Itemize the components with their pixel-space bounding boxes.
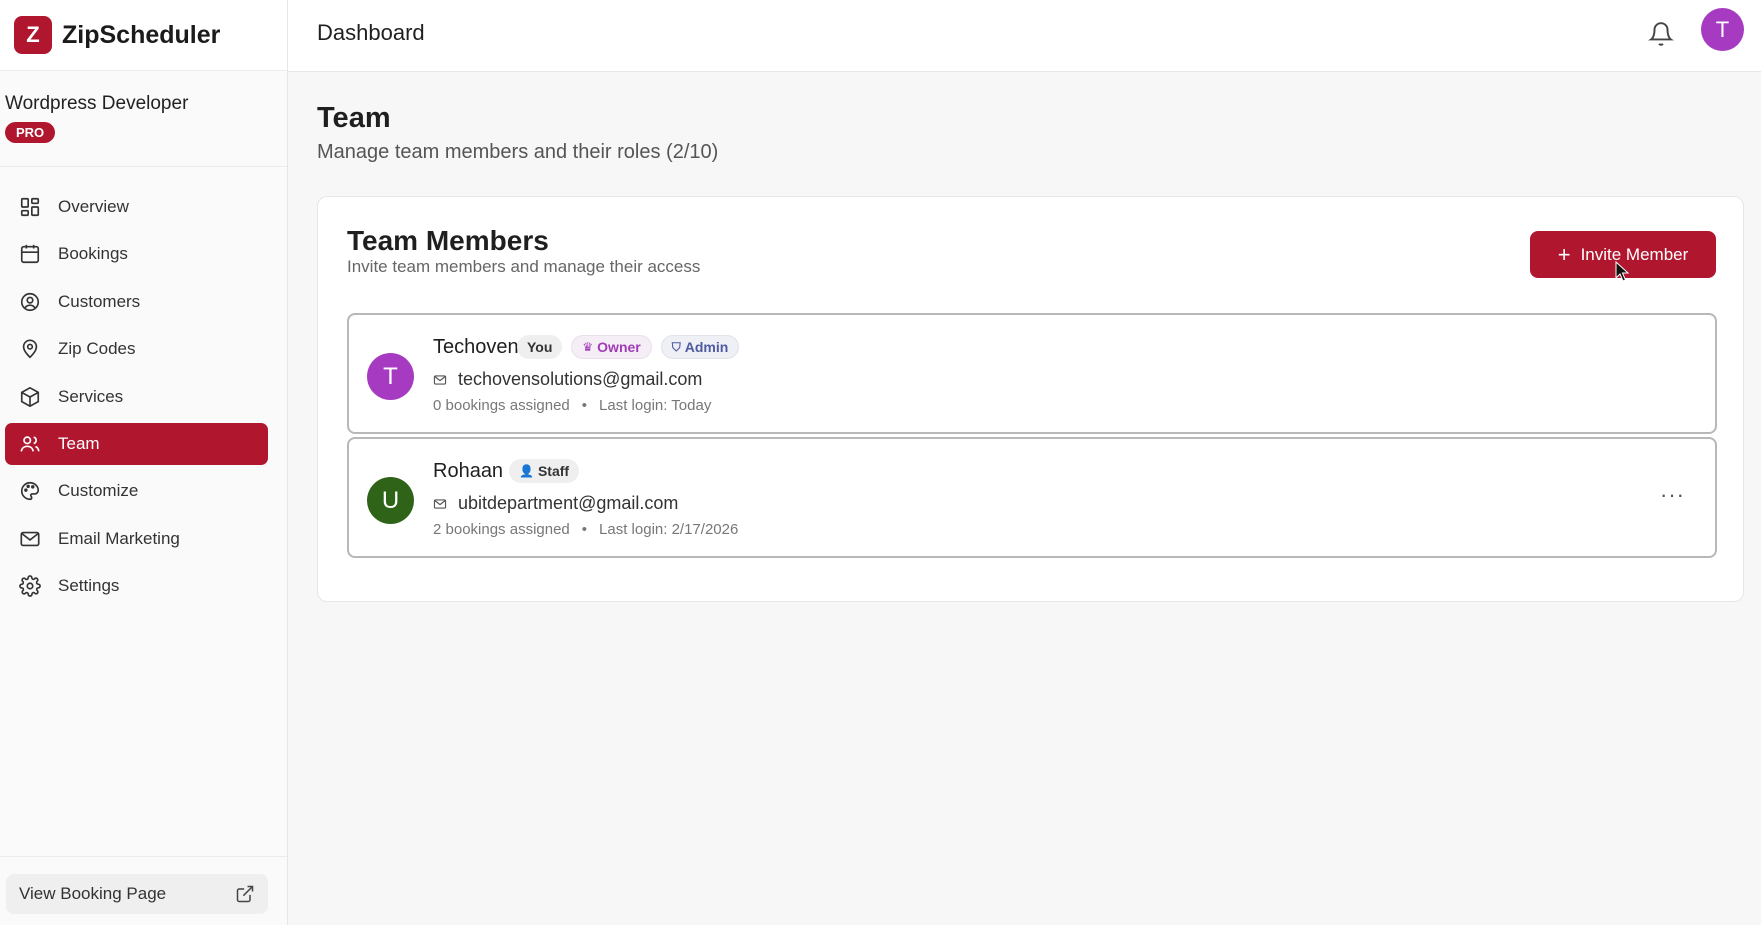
user-circle-icon (20, 292, 40, 311)
overview-icon (20, 197, 40, 217)
map-pin-icon (22, 339, 38, 359)
card-title: Team Members (347, 225, 549, 256)
you-badge: You (517, 335, 563, 359)
bookings-count: 0 bookings assigned (433, 397, 570, 414)
plus-icon: + (1557, 241, 1571, 267)
member-badges: 👤 Staff (509, 459, 580, 483)
mail-icon (433, 498, 447, 509)
staff-badge: 👤 Staff (509, 459, 580, 483)
member-badges: You ♛ Owner ⛉ Admin (517, 335, 740, 359)
sidebar-nav: Overview Bookings Customers Zip Codes Se… (0, 167, 287, 607)
bookings-count: 2 bookings assigned (433, 521, 570, 538)
more-options-button[interactable]: ··· (1660, 484, 1685, 506)
card-subtitle: Invite team members and manage their acc… (347, 257, 701, 276)
users-icon (20, 436, 40, 452)
sidebar-footer: View Booking Page (0, 856, 287, 925)
mouse-cursor-icon (1615, 261, 1630, 282)
member-card: T Techoven You ♛ Owner ⛉ Admin techovensol… (347, 313, 1717, 434)
sidebar-item-zip-codes[interactable]: Zip Codes (5, 328, 268, 370)
app-name: ZipScheduler (62, 20, 221, 49)
sidebar-item-customize[interactable]: Customize (5, 470, 268, 512)
plan-badge: PRO (5, 122, 56, 143)
sidebar-item-label: Services (58, 386, 124, 406)
topbar: Dashboard T (288, 0, 1761, 72)
external-link-icon (236, 885, 254, 903)
member-name: Techoven (433, 336, 519, 358)
brand[interactable]: Z ZipScheduler (0, 0, 287, 71)
sidebar-item-services[interactable]: Services (5, 376, 268, 418)
member-email: techovensolutions@gmail.com (433, 369, 702, 390)
badge-label: Staff (537, 463, 570, 479)
palette-icon (21, 482, 40, 501)
sidebar-item-customers[interactable]: Customers (5, 281, 268, 323)
last-login: Last login: 2/17/2026 (599, 521, 739, 538)
admin-badge: ⛉ Admin (660, 335, 740, 359)
sidebar-item-label: Customers (58, 291, 141, 311)
member-email-text: ubitdepartment@gmail.com (458, 493, 679, 513)
mail-icon (433, 374, 447, 385)
sidebar-item-label: Team (58, 433, 100, 453)
user-icon: 👤 (519, 464, 534, 478)
sidebar-item-team[interactable]: Team (5, 422, 268, 465)
sidebar-item-label: Overview (58, 197, 129, 216)
member-card: U Rohaan 👤 Staff ubitdepartment@gmail.com… (347, 437, 1717, 558)
sidebar-item-email-marketing[interactable]: Email Marketing (5, 518, 268, 560)
user-avatar[interactable]: T (1701, 8, 1744, 51)
page-title: Team (317, 102, 391, 134)
sidebar-item-label: Email Marketing (58, 528, 180, 548)
badge-label: Owner (597, 339, 641, 355)
crown-icon: ♛ (582, 340, 594, 354)
separator-dot: • (581, 521, 588, 538)
box-icon (20, 386, 40, 407)
member-email: ubitdepartment@gmail.com (433, 493, 678, 514)
sidebar-item-bookings[interactable]: Bookings (5, 233, 268, 275)
app-logo: Z (14, 16, 52, 54)
team-members-card: Team Members Invite team members and man… (317, 196, 1744, 602)
sidebar-item-label: Settings (58, 576, 120, 596)
sidebar-item-settings[interactable]: Settings (5, 565, 268, 607)
shield-icon: ⛉ (671, 339, 681, 354)
member-name: Rohaan (433, 460, 504, 482)
member-email-text: techovensolutions@gmail.com (458, 369, 703, 389)
sidebar-item-label: Bookings (58, 244, 128, 264)
workspace-info: Wordpress Developer PRO (0, 71, 287, 167)
sidebar-item-overview[interactable]: Overview (5, 186, 268, 228)
gear-icon (19, 575, 41, 598)
sidebar-item-label: Customize (58, 481, 139, 501)
member-meta: 2 bookings assigned • Last login: 2/17/202… (433, 521, 738, 538)
last-login: Last login: Today (599, 397, 712, 414)
badge-label: Admin (684, 339, 729, 355)
member-avatar: T (367, 353, 414, 400)
owner-badge: ♛ Owner (571, 335, 652, 359)
sidebar-item-label: Zip Codes (58, 339, 136, 359)
calendar-icon (20, 245, 40, 264)
topbar-title: Dashboard (317, 20, 425, 45)
mail-icon (20, 531, 40, 546)
view-booking-page-link[interactable]: View Booking Page (6, 874, 268, 914)
workspace-name: Wordpress Developer (5, 93, 189, 114)
member-avatar: U (367, 477, 414, 524)
member-meta: 0 bookings assigned • Last login: Today (433, 397, 711, 414)
invite-member-label: Invite Member (1580, 244, 1689, 264)
sidebar: Z ZipScheduler Wordpress Developer PRO O… (0, 0, 288, 925)
separator-dot: • (581, 397, 588, 414)
badge-label: You (527, 339, 553, 355)
bell-icon[interactable] (1648, 21, 1674, 47)
view-booking-page-label: View Booking Page (19, 884, 167, 903)
page-subtitle: Manage team members and their roles (2/1… (317, 141, 719, 163)
